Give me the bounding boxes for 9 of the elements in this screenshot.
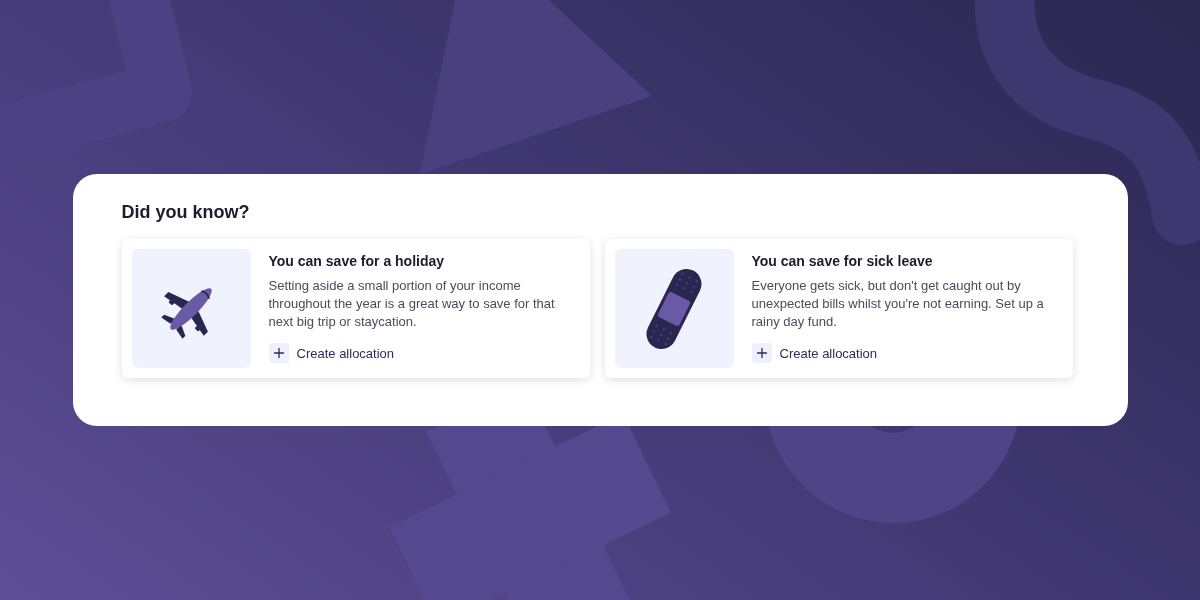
card-description: Setting aside a small portion of your income throughout the year is a great way to save for that next big trip or staycation. — [268, 277, 556, 331]
section-title: Did you know? — [121, 201, 251, 223]
card-heading: You can save for a holiday — [268, 252, 445, 271]
plus-icon — [268, 343, 289, 363]
plus-icon — [751, 343, 772, 363]
card-description: Everyone gets sick, but don't get caught out by unexpected bills whilst you're not earning. Set up a rainy day fund. — [751, 277, 1045, 331]
card-heading: You can save for sick leave — [751, 252, 933, 271]
create-allocation-button[interactable]: Create allocation — [751, 343, 878, 363]
create-allocation-button[interactable]: Create allocation — [268, 343, 395, 363]
